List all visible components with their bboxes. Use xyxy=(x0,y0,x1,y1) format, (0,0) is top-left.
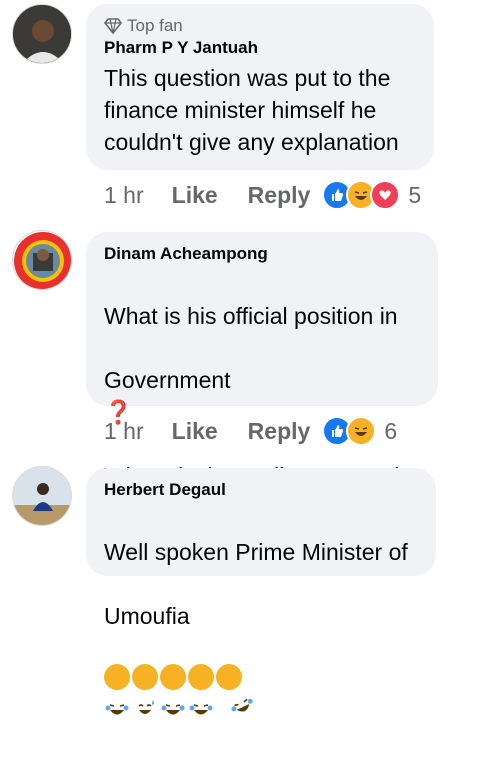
text-line: Well spoken Prime Minister of xyxy=(104,539,408,565)
reply-button[interactable]: Reply xyxy=(248,182,311,209)
laughing-crying-icon xyxy=(104,664,130,715)
comment-author[interactable]: Pharm P Y Jantuah xyxy=(104,38,416,58)
avatar[interactable] xyxy=(12,466,72,526)
comment-bubble: Herbert Degaul Well spoken Prime Ministe… xyxy=(86,468,436,715)
laughing-crying-icon xyxy=(188,664,214,715)
haha-icon xyxy=(346,416,377,446)
reaction-count: 6 xyxy=(384,417,398,444)
comment-author[interactable]: Herbert Degaul xyxy=(104,480,418,500)
comment-actions: 1 hr Like Reply 5 xyxy=(104,180,421,210)
reaction-summary[interactable] xyxy=(322,416,377,446)
avatar[interactable] xyxy=(12,4,72,64)
avatar-photo-icon xyxy=(13,467,71,525)
emoji-group xyxy=(104,659,253,722)
reaction-count: 5 xyxy=(408,181,422,208)
reaction-summary[interactable] xyxy=(322,180,401,210)
avatar-photo-icon xyxy=(13,5,71,63)
like-button[interactable]: Like xyxy=(172,182,218,209)
boosted-badge-avatar-icon xyxy=(14,232,71,289)
diamond-icon xyxy=(104,18,122,34)
sweat-smile-icon xyxy=(132,664,158,714)
badge-label: Top fan xyxy=(127,16,183,35)
timestamp[interactable]: 1 hr xyxy=(104,418,144,445)
reply-button[interactable]: Reply xyxy=(248,418,311,445)
like-button[interactable]: Like xyxy=(172,418,218,445)
love-icon xyxy=(370,180,401,210)
comment-text: This question was put to the finance min… xyxy=(104,65,399,155)
comment-actions: 1 hr Like Reply 6 xyxy=(104,416,397,446)
top-fan-badge[interactable]: Top fan xyxy=(104,16,416,36)
rofl-icon xyxy=(211,659,253,712)
text-line: Umoufia xyxy=(104,603,190,629)
comment-text: Well spoken Prime Minister of Umoufia xyxy=(104,504,418,757)
text-line: Government xyxy=(104,367,231,393)
comment-bubble: Dinam Acheampong What is his official po… xyxy=(86,232,438,553)
avatar[interactable] xyxy=(12,230,72,290)
laughing-crying-icon xyxy=(160,664,186,715)
timestamp[interactable]: 1 hr xyxy=(104,182,144,209)
comment-bubble: Top fan Pharm P Y Jantuah This question … xyxy=(86,4,434,170)
text-line: What is his official position in xyxy=(104,303,398,329)
comment-author[interactable]: Dinam Acheampong xyxy=(104,244,420,264)
